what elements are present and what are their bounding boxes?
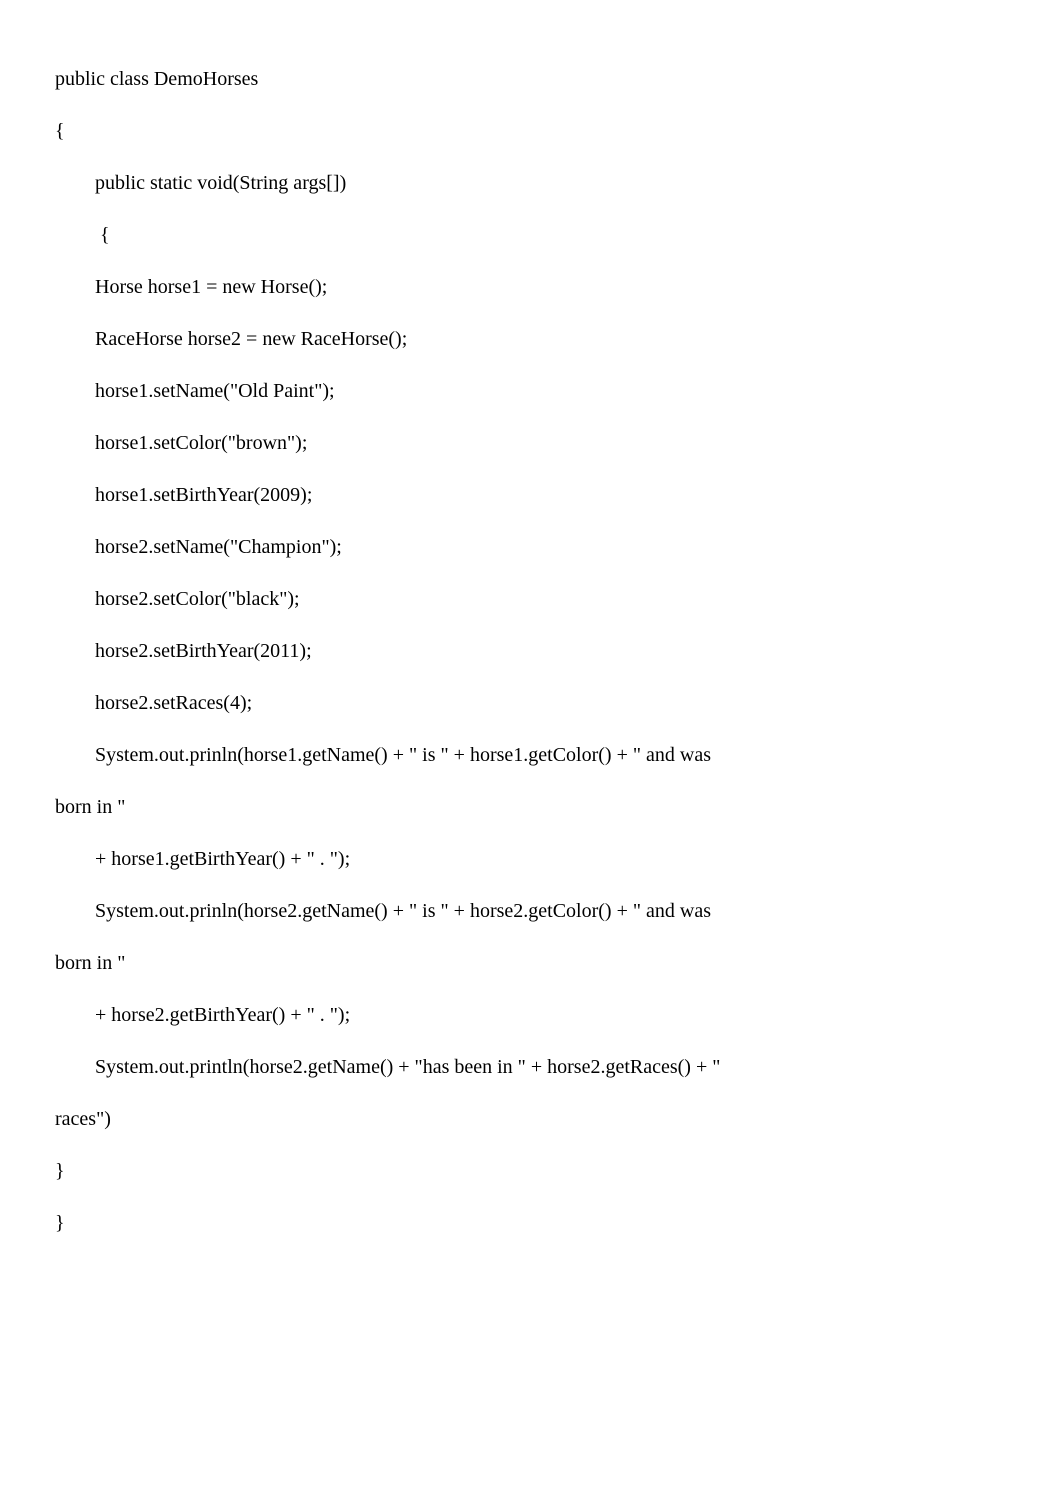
code-line: horse1.setBirthYear(2009); bbox=[55, 482, 1007, 508]
code-line: horse2.setBirthYear(2011); bbox=[55, 638, 1007, 664]
code-line: } bbox=[55, 1210, 1007, 1236]
code-line: Horse horse1 = new Horse(); bbox=[55, 274, 1007, 300]
code-line: races") bbox=[55, 1106, 1007, 1132]
code-line: born in " bbox=[55, 950, 1007, 976]
code-line: System.out.prinln(horse2.getName() + " i… bbox=[55, 898, 1007, 924]
code-line: horse1.setColor("brown"); bbox=[55, 430, 1007, 456]
code-line: System.out.println(horse2.getName() + "h… bbox=[55, 1054, 1007, 1080]
code-line: + horse1.getBirthYear() + " . "); bbox=[55, 846, 1007, 872]
code-document: public class DemoHorses { public static … bbox=[55, 40, 1007, 1262]
code-line: horse2.setColor("black"); bbox=[55, 586, 1007, 612]
code-line: RaceHorse horse2 = new RaceHorse(); bbox=[55, 326, 1007, 352]
code-line: horse2.setName("Champion"); bbox=[55, 534, 1007, 560]
code-line: System.out.prinln(horse1.getName() + " i… bbox=[55, 742, 1007, 768]
code-line: public class DemoHorses bbox=[55, 66, 1007, 92]
code-line: { bbox=[55, 222, 1007, 248]
code-line: born in " bbox=[55, 794, 1007, 820]
code-line: } bbox=[55, 1158, 1007, 1184]
code-line: public static void(String args[]) bbox=[55, 170, 1007, 196]
code-line: horse1.setName("Old Paint"); bbox=[55, 378, 1007, 404]
code-line: + horse2.getBirthYear() + " . "); bbox=[55, 1002, 1007, 1028]
code-line: horse2.setRaces(4); bbox=[55, 690, 1007, 716]
code-line: { bbox=[55, 118, 1007, 144]
